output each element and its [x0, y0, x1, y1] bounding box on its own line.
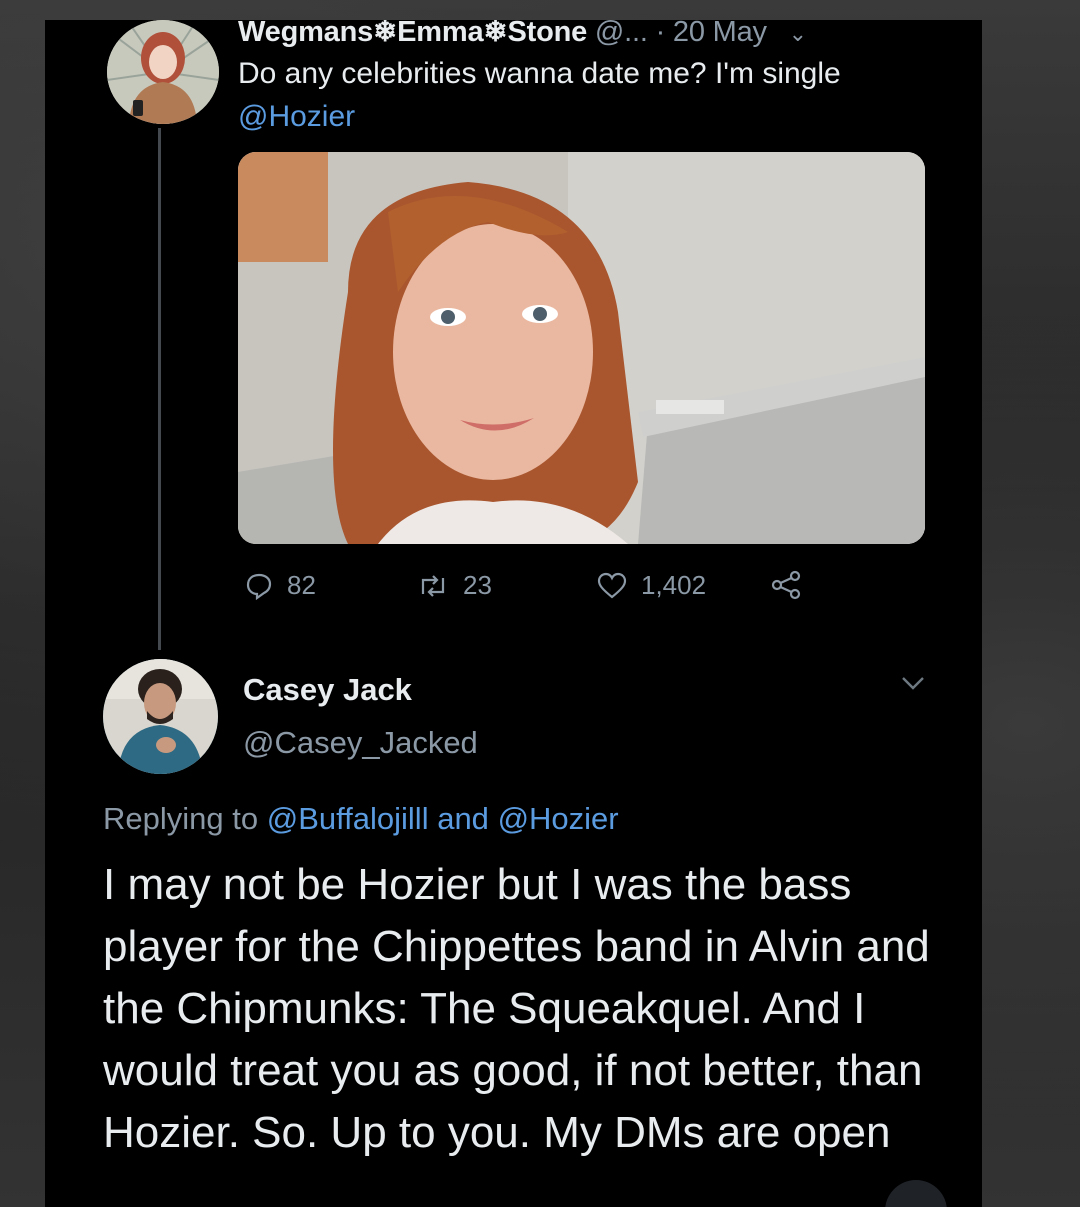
chevron-down-icon[interactable]: ⌄ — [789, 21, 807, 46]
original-date[interactable]: · 20 May — [656, 20, 767, 48]
tweet-photo[interactable] — [238, 152, 925, 544]
avatar-reply-author[interactable] — [103, 659, 218, 774]
reply-tweet-text: I may not be Hozier but I was the bass p… — [103, 860, 930, 1157]
share-button[interactable] — [771, 570, 815, 600]
retweet-icon — [421, 574, 445, 597]
reply-button[interactable]: 82 — [245, 570, 316, 601]
replying-user-link[interactable]: @Hozier — [498, 801, 619, 836]
replying-prefix: Replying to — [103, 801, 259, 836]
avatar-original-author[interactable] — [107, 20, 219, 124]
thread-connector-line — [158, 128, 161, 650]
tweet-screenshot: Wegmans❄Emma❄Stone @... · 20 May ⌄ Do an… — [45, 20, 982, 1207]
like-icon — [597, 572, 627, 598]
retweet-count: 23 — [463, 570, 492, 600]
original-tweet-text: Do any celebrities wanna date me? I'm si… — [238, 57, 841, 90]
original-handle[interactable]: @... — [595, 20, 648, 48]
like-count: 1,402 — [641, 570, 707, 600]
original-tweet-header: Wegmans❄Emma❄Stone @... · 20 May ⌄ — [238, 20, 807, 49]
reply-icon — [246, 573, 272, 600]
share-icon — [771, 570, 801, 600]
replying-user-link[interactable]: @Buffalojilll — [267, 801, 429, 836]
reply-handle[interactable]: @Casey_Jacked — [243, 725, 478, 761]
scroll-down-button[interactable] — [885, 1180, 947, 1207]
reply-display-name[interactable]: Casey Jack — [243, 672, 412, 708]
original-mention-link[interactable]: @Hozier — [238, 100, 355, 134]
replying-to-line: Replying to @Buffalojilll and @Hozier — [103, 801, 619, 837]
reply-count: 82 — [287, 570, 316, 600]
replying-and: and — [437, 801, 489, 836]
retweet-button[interactable]: 23 — [417, 570, 492, 601]
chevron-down-icon[interactable] — [900, 674, 926, 697]
original-display-name[interactable]: Wegmans❄Emma❄Stone — [238, 20, 587, 48]
like-button[interactable]: 1,402 — [597, 570, 706, 601]
